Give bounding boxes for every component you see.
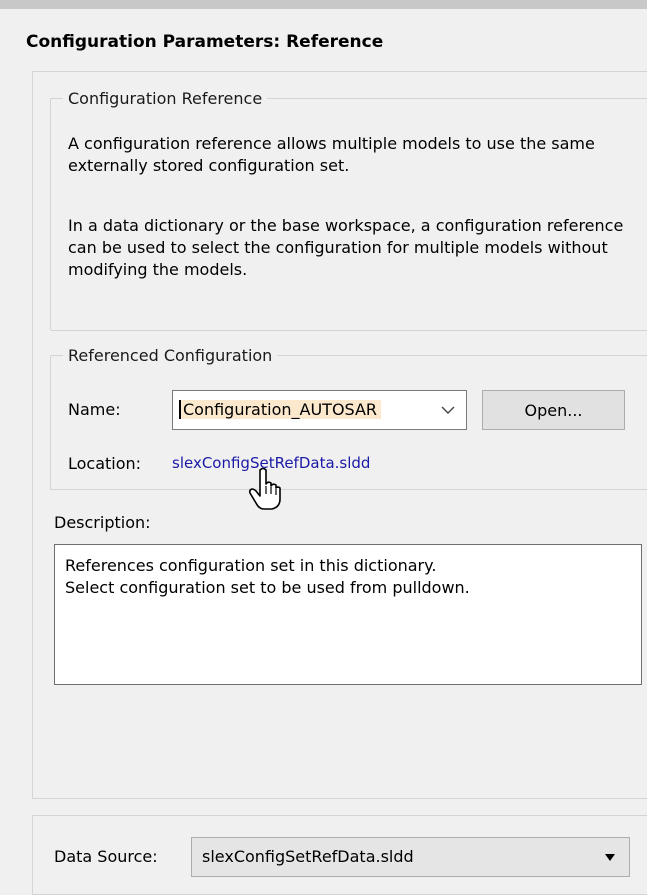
name-label: Name:: [68, 400, 121, 419]
description-line-1: References configuration set in this dic…: [65, 556, 437, 575]
description-label: Description:: [54, 513, 151, 532]
hand-pointer-icon: [248, 467, 281, 510]
configuration-name-value[interactable]: Configuration_AUTOSAR: [179, 400, 382, 419]
configuration-reference-group: Configuration Reference: [50, 89, 647, 331]
chevron-down-icon[interactable]: [440, 402, 456, 418]
page-title: Configuration Parameters: Reference: [26, 32, 384, 52]
caret-down-icon[interactable]: [605, 854, 615, 862]
reference-description-paragraph-2: In a data dictionary or the base workspa…: [68, 216, 624, 279]
reference-description-paragraph-1: A configuration reference allows multipl…: [68, 134, 595, 175]
configuration-reference-legend: Configuration Reference: [68, 89, 263, 108]
data-source-value[interactable]: slexConfigSetRefData.sldd: [202, 847, 414, 866]
referenced-configuration-legend: Referenced Configuration: [68, 346, 273, 365]
top-divider: [0, 0, 647, 9]
configuration-name-combobox[interactable]: Configuration_AUTOSAR: [172, 390, 467, 430]
description-line-2: Select configuration set to be used from…: [65, 578, 470, 597]
description-textbox[interactable]: References configuration set in this dic…: [54, 544, 642, 685]
location-label: Location:: [68, 454, 142, 473]
open-button[interactable]: Open...: [482, 390, 625, 430]
data-source-select[interactable]: slexConfigSetRefData.sldd: [191, 837, 630, 877]
data-source-label: Data Source:: [54, 847, 158, 866]
